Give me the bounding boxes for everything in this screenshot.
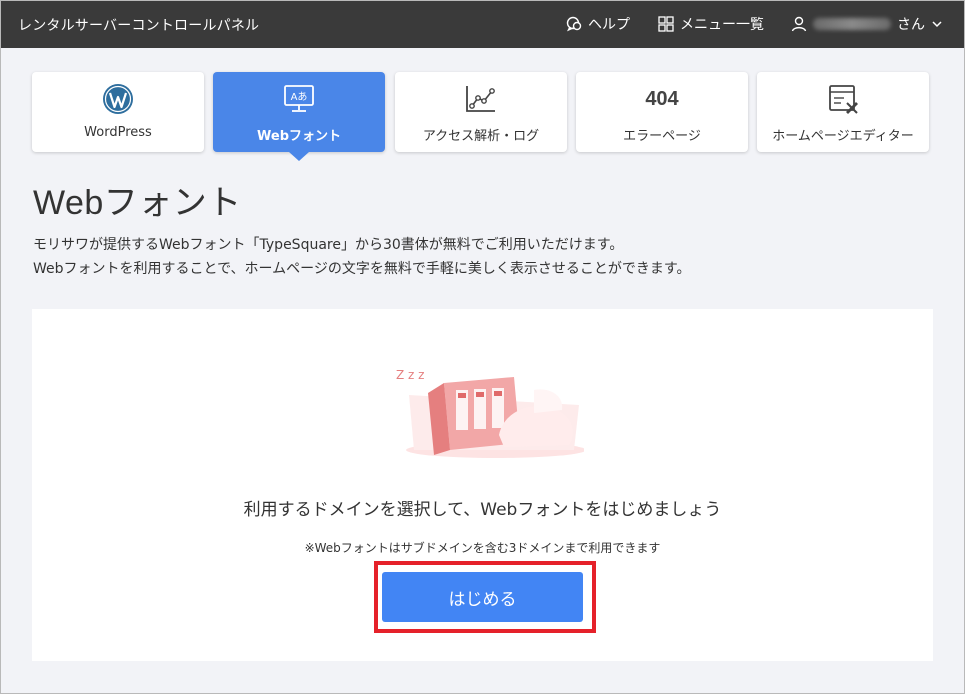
tab-label: ホームページエディター xyxy=(772,129,914,144)
user-suffix: さん xyxy=(897,17,925,33)
tab-access-analytics[interactable]: アクセス解析・ログ xyxy=(395,72,567,152)
tab-label: エラーページ xyxy=(623,129,701,144)
description-line: Webフォントを利用することで、ホームページの文字を無料で手軽に美しく表示させる… xyxy=(33,261,691,277)
panel-lead-text: 利用するドメインを選択して、Webフォントをはじめましょう xyxy=(243,500,722,520)
start-panel: Z z z 利用するドメインを選択して、Webフォントをはじめましょう ※Web… xyxy=(32,309,933,661)
panel-note-text: ※Webフォントはサブドメインを含む3ドメインまで利用できます xyxy=(304,541,661,555)
help-label: ヘルプ xyxy=(588,17,630,33)
top-bar: レンタルサーバーコントロールパネル ヘルプ メニュー一覧 さん xyxy=(0,0,965,48)
tab-error-page[interactable]: 404 エラーページ xyxy=(576,72,748,152)
tab-label: WordPress xyxy=(84,125,152,140)
tab-wordpress[interactable]: WordPress xyxy=(32,72,204,152)
tab-label: Webフォント xyxy=(257,129,341,144)
app-title: レンタルサーバーコントロールパネル xyxy=(18,18,260,34)
webfont-icon: Aあ xyxy=(284,85,314,112)
menu-list-label: メニュー一覧 xyxy=(680,17,764,33)
help-link[interactable]: ヘルプ xyxy=(566,14,630,34)
sleep-z-text: Z z z xyxy=(396,368,424,382)
active-tab-caret xyxy=(289,152,309,161)
chevron-down-icon xyxy=(932,21,942,28)
user-menu[interactable]: さん xyxy=(791,14,943,34)
page-description: モリサワが提供するWebフォント「TypeSquare」から30書体が無料でご利… xyxy=(33,233,690,281)
user-name-redacted xyxy=(813,18,891,30)
grid-icon xyxy=(658,16,674,32)
help-chat-icon xyxy=(566,16,582,32)
wordpress-icon xyxy=(103,84,133,114)
analytics-chart-icon xyxy=(466,86,495,112)
sleeping-building-illustration: Z z z xyxy=(396,368,584,458)
menu-list-link[interactable]: メニュー一覧 xyxy=(658,14,764,34)
editor-icon xyxy=(829,85,858,114)
user-icon xyxy=(791,16,807,32)
start-button[interactable]: はじめる xyxy=(382,572,583,622)
tab-webfont[interactable]: Aあ Webフォント xyxy=(213,72,385,161)
tab-label: アクセス解析・ログ xyxy=(422,129,540,144)
tab-homepage-editor[interactable]: ホームページエディター xyxy=(757,72,929,152)
page-title: Webフォント xyxy=(33,184,242,222)
svg-text:Aあ: Aあ xyxy=(291,91,308,103)
description-line: モリサワが提供するWebフォント「TypeSquare」から30書体が無料でご利… xyxy=(33,237,624,253)
error-404-icon: 404 xyxy=(645,87,679,110)
